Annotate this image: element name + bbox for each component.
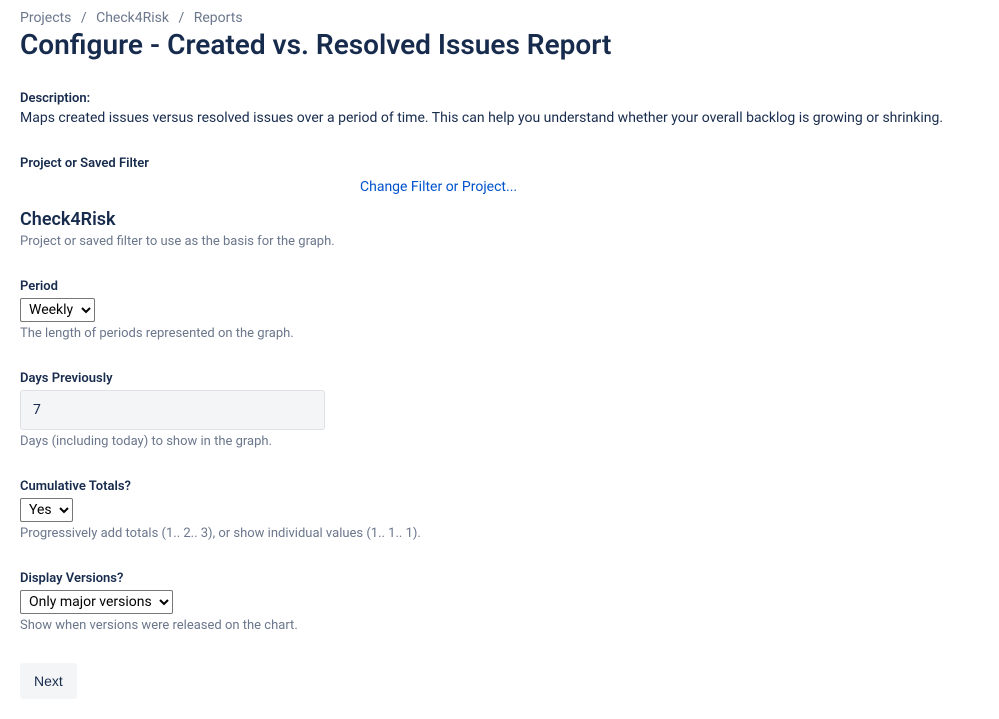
filter-help: Project or saved filter to use as the ba… [20, 234, 979, 249]
days-previously-field: Days Previously Days (including today) t… [20, 371, 979, 449]
versions-select[interactable]: Only major versions [20, 590, 173, 614]
breadcrumb-separator: / [178, 10, 184, 26]
filter-name: Check4Risk [20, 209, 979, 230]
page-title: Configure - Created vs. Resolved Issues … [20, 28, 979, 61]
versions-field: Display Versions? Only major versions Sh… [20, 571, 979, 633]
days-previously-help: Days (including today) to show in the gr… [20, 434, 979, 449]
period-help: The length of periods represented on the… [20, 326, 979, 341]
filter-label: Project or Saved Filter [20, 156, 979, 171]
breadcrumb-separator: / [81, 10, 87, 26]
description-text: Maps created issues versus resolved issu… [20, 110, 979, 126]
versions-label: Display Versions? [20, 571, 979, 586]
days-previously-label: Days Previously [20, 371, 979, 386]
cumulative-select[interactable]: Yes [20, 498, 73, 522]
period-label: Period [20, 279, 979, 294]
breadcrumb: Projects / Check4Risk / Reports [20, 10, 979, 26]
versions-help: Show when versions were released on the … [20, 618, 979, 633]
change-filter-link[interactable]: Change Filter or Project... [360, 179, 517, 195]
filter-field: Project or Saved Filter Change Filter or… [20, 156, 979, 249]
period-field: Period Weekly The length of periods repr… [20, 279, 979, 341]
breadcrumb-reports[interactable]: Reports [194, 10, 243, 26]
period-select[interactable]: Weekly [20, 298, 95, 322]
days-previously-input[interactable] [20, 390, 325, 430]
breadcrumb-projects[interactable]: Projects [20, 10, 71, 26]
description-label: Description: [20, 91, 979, 106]
cumulative-help: Progressively add totals (1.. 2.. 3), or… [20, 526, 979, 541]
cumulative-field: Cumulative Totals? Yes Progressively add… [20, 479, 979, 541]
next-button[interactable]: Next [20, 663, 77, 699]
breadcrumb-project-name[interactable]: Check4Risk [96, 10, 169, 26]
cumulative-label: Cumulative Totals? [20, 479, 979, 494]
